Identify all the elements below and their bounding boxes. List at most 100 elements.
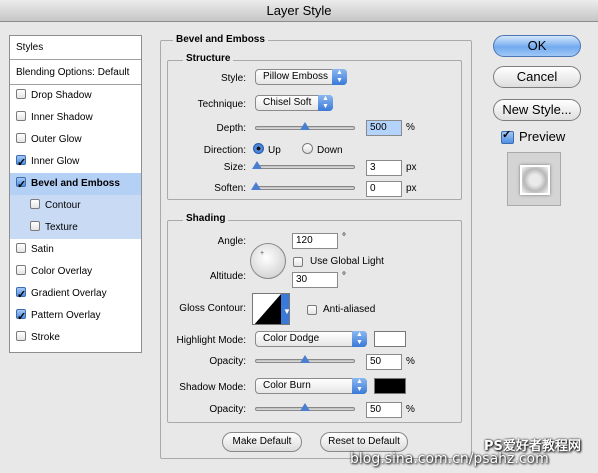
style-label: Style: (220, 73, 246, 84)
altitude-unit: ° (342, 271, 346, 282)
style-select-value: Pillow Emboss (263, 71, 329, 82)
altitude-label: Altitude: (209, 271, 246, 282)
sidebar-item-label: Pattern Overlay (31, 310, 101, 321)
technique-select-value: Chisel Soft (263, 97, 312, 108)
depth-input[interactable]: 500 (366, 120, 402, 136)
ok-button[interactable]: OK (493, 35, 581, 57)
global-light-checkbox[interactable] (293, 257, 303, 267)
direction-up-radio[interactable] (253, 143, 264, 154)
soften-slider[interactable] (251, 182, 355, 190)
sidebar-item-pattern-overlay[interactable]: Pattern Overlay (10, 305, 141, 328)
sidebar-item-label: Contour (45, 200, 81, 211)
highlight-opacity-unit: % (406, 356, 415, 367)
depth-label: Depth: (216, 123, 246, 134)
new-style-button[interactable]: New Style... (493, 99, 581, 121)
window-title: Layer Style (0, 0, 598, 22)
size-input[interactable]: 3 (366, 160, 402, 176)
preview-swatch-icon (520, 165, 550, 195)
angle-dial[interactable]: + (250, 243, 286, 279)
cancel-button[interactable]: Cancel (493, 66, 581, 88)
sidebar-item-contour[interactable]: Contour (10, 195, 141, 217)
highlight-mode-label: Highlight Mode: (176, 335, 246, 346)
angle-label: Angle: (217, 236, 246, 247)
sidebar-item-outer-glow[interactable]: Outer Glow (10, 129, 141, 151)
inner-glow-checkbox[interactable] (16, 152, 26, 174)
sidebar-item-label: Gradient Overlay (31, 288, 107, 299)
sidebar-item-satin[interactable]: Satin (10, 239, 141, 261)
angle-input[interactable]: 120 (292, 233, 338, 249)
sidebar-item-color-overlay[interactable]: Color Overlay (10, 261, 141, 283)
sidebar-item-inner-shadow[interactable]: Inner Shadow (10, 107, 141, 129)
inner-shadow-checkbox[interactable] (16, 111, 26, 121)
sidebar-item-label: Outer Glow (31, 134, 82, 145)
sidebar-item-gradient-overlay[interactable]: Gradient Overlay (10, 283, 141, 306)
anti-aliased-checkbox[interactable] (307, 305, 317, 315)
soften-slider-thumb[interactable] (251, 182, 261, 190)
technique-label: Technique: (197, 99, 246, 110)
highlight-mode-value: Color Dodge (263, 333, 320, 344)
size-slider-thumb[interactable] (251, 161, 262, 169)
sidebar-item-drop-shadow[interactable]: Drop Shadow (10, 85, 141, 107)
shadow-color-swatch[interactable] (374, 378, 406, 394)
style-select[interactable]: Pillow Emboss ▲ ▼ (255, 69, 347, 85)
texture-checkbox[interactable] (30, 221, 40, 231)
highlight-opacity-slider[interactable] (255, 355, 355, 363)
shadow-opacity-slider[interactable] (255, 403, 355, 411)
styles-list: Styles Blending Options: Default Drop Sh… (9, 35, 142, 353)
watermark-url: blog.sina.com.cn/psahz.com (350, 451, 549, 467)
drop-shadow-checkbox[interactable] (16, 89, 26, 99)
size-unit: px (406, 162, 417, 173)
gloss-contour-label: Gloss Contour: (179, 303, 246, 314)
highlight-opacity-input[interactable]: 50 (366, 354, 402, 370)
depth-unit: % (406, 122, 415, 133)
shading-title: Shading (183, 213, 229, 224)
soften-input[interactable]: 0 (366, 181, 402, 197)
shadow-opacity-input[interactable]: 50 (366, 402, 402, 418)
svg-text:▼: ▼ (283, 307, 290, 316)
bevel-emboss-title: Bevel and Emboss (173, 34, 268, 45)
updown-arrows-icon: ▲ ▼ (332, 69, 347, 85)
depth-slider[interactable] (255, 122, 355, 130)
gradient-overlay-checkbox[interactable] (16, 284, 26, 306)
sidebar-item-bevel-emboss[interactable]: Bevel and Emboss (10, 173, 141, 196)
color-overlay-checkbox[interactable] (16, 265, 26, 275)
highlight-mode-select[interactable]: Color Dodge ▲ ▼ (255, 331, 367, 347)
sidebar-item-stroke[interactable]: Stroke (10, 327, 141, 349)
shadow-mode-select[interactable]: Color Burn ▲ ▼ (255, 378, 367, 394)
reset-to-default-button[interactable]: Reset to Default (320, 432, 408, 452)
altitude-input[interactable]: 30 (292, 272, 338, 288)
structure-title: Structure (183, 53, 234, 64)
satin-checkbox[interactable] (16, 243, 26, 253)
direction-down-label: Down (317, 145, 343, 156)
shadow-mode-value: Color Burn (263, 380, 311, 391)
styles-header-label: Styles (16, 42, 44, 53)
outer-glow-checkbox[interactable] (16, 133, 26, 143)
gloss-contour-picker[interactable]: ▼ (252, 293, 290, 325)
updown-arrows-icon: ▲ ▼ (318, 95, 333, 111)
stroke-checkbox[interactable] (16, 331, 26, 341)
sidebar-item-label: Inner Shadow (31, 112, 93, 123)
bevel-emboss-checkbox[interactable] (16, 174, 26, 196)
sidebar-item-inner-glow[interactable]: Inner Glow (10, 151, 141, 174)
sidebar-item-label: Satin (31, 244, 54, 255)
highlight-color-swatch[interactable] (374, 331, 406, 347)
preview-checkbox[interactable] (501, 128, 514, 144)
make-default-button[interactable]: Make Default (222, 432, 302, 452)
size-slider[interactable] (251, 161, 355, 169)
pattern-overlay-checkbox[interactable] (16, 306, 26, 328)
direction-down-radio[interactable] (302, 143, 313, 154)
contour-checkbox[interactable] (30, 199, 40, 209)
depth-slider-thumb[interactable] (300, 122, 310, 130)
sidebar-item-label: Bevel and Emboss (31, 178, 120, 189)
size-label: Size: (223, 162, 246, 173)
technique-select[interactable]: Chisel Soft ▲ ▼ (255, 95, 333, 111)
sidebar-item-texture[interactable]: Texture (10, 217, 141, 239)
highlight-opacity-thumb[interactable] (300, 355, 310, 363)
shadow-opacity-thumb[interactable] (300, 403, 310, 411)
sidebar-item-label: Stroke (31, 332, 60, 343)
sidebar-item-label: Texture (45, 222, 78, 233)
global-light-label: Use Global Light (310, 256, 384, 267)
preview-label: Preview (519, 129, 566, 144)
styles-header[interactable]: Styles (10, 36, 141, 60)
sidebar-item-blending-options[interactable]: Blending Options: Default (10, 61, 141, 85)
